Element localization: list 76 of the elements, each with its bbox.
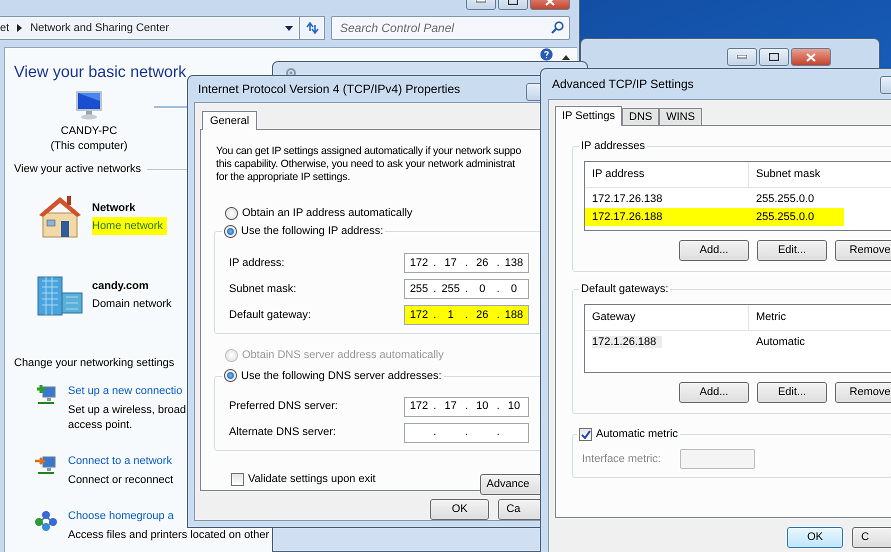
field-label: Alternate DNS server: <box>228 425 337 440</box>
task-description: Access files and printers located on other <box>68 528 270 543</box>
maximize-icon <box>769 53 779 61</box>
tab[interactable]: DNS <box>622 108 660 125</box>
remove-button[interactable]: Remove <box>835 382 891 403</box>
intro-text: You can get IP settings assigned automatically if your network suppo this capability. Otherwise, you need to ask your network administrat for the appropriate IP settings. <box>216 145 522 184</box>
section-label: Change your networking settings <box>14 356 174 370</box>
field-label: Preferred DNS server: <box>228 399 339 414</box>
task-link[interactable]: Choose homegroup a <box>68 508 174 524</box>
checkbox[interactable]: Automatic metric <box>577 426 680 442</box>
search-field[interactable]: Search Control Panel <box>331 16 570 40</box>
search-icon[interactable] <box>551 21 564 34</box>
column-header[interactable]: Metric <box>749 305 891 330</box>
network-add-icon <box>34 383 58 407</box>
task-description: Set up a wireless, broad access point. <box>68 403 186 433</box>
ip-address-field[interactable]: 255 . 255 . 0 . 0 <box>404 279 529 300</box>
breadcrumb-item[interactable]: Network and Sharing Center <box>30 20 169 36</box>
tab[interactable]: WINS <box>659 108 702 125</box>
computer-note: (This computer) <box>50 139 128 154</box>
help-icon[interactable] <box>540 48 553 61</box>
radio-button[interactable]: Use the following IP address: <box>222 223 386 240</box>
field-label: Subnet mask: <box>228 282 298 297</box>
field-label: IP address: <box>228 256 286 271</box>
window-title: Advanced TCP/IP Settings <box>552 76 694 93</box>
edit-button[interactable]: Edit... <box>757 240 827 261</box>
homegroup-icon <box>34 508 58 532</box>
minimize-icon <box>737 55 747 59</box>
network-name: candy.com <box>92 278 150 294</box>
table-row[interactable]: 172.17.26.138 255.255.0.0 <box>585 190 891 208</box>
ok-button[interactable]: OK <box>787 527 844 548</box>
ip-address-field[interactable]: . . . <box>404 422 529 442</box>
computer-icon <box>73 89 105 121</box>
section-label: View your active networks <box>14 162 141 177</box>
radio-button[interactable]: Obtain an IP address automatically <box>223 205 414 222</box>
column-header[interactable]: Subnet mask <box>749 162 891 187</box>
close-button[interactable] <box>791 48 831 66</box>
task-link[interactable]: Connect to a network <box>68 453 172 469</box>
add-button[interactable]: Add... <box>679 240 749 261</box>
dropdown-icon[interactable] <box>285 26 293 30</box>
edit-button[interactable]: Edit... <box>757 382 827 403</box>
building-icon <box>36 274 84 316</box>
column-header[interactable]: Gateway <box>585 305 749 330</box>
page-heading: View your basic network <box>14 63 186 83</box>
close-icon <box>806 52 816 62</box>
ip-address-field[interactable]: 172 . 1 . 26 . 188 <box>404 305 529 326</box>
refresh-icon <box>305 22 319 34</box>
task-link[interactable]: Set up a new connectio <box>68 383 182 399</box>
refresh-button[interactable] <box>300 16 325 40</box>
maximize-button[interactable] <box>759 48 789 66</box>
chevron-right-icon <box>17 24 22 32</box>
network-name: Network <box>92 200 136 216</box>
remove-button[interactable]: Remove <box>835 240 891 261</box>
add-button[interactable]: Add... <box>679 382 749 403</box>
minimize-icon <box>476 0 486 3</box>
task-description: Connect or reconnect <box>68 473 174 488</box>
network-type[interactable]: Domain network <box>92 294 176 312</box>
ip-address-field[interactable]: 172 . 17 . 10 . 10 <box>404 396 529 416</box>
tab[interactable]: General <box>202 111 258 130</box>
checkmark-icon <box>580 430 590 439</box>
group-title: Default gateways: <box>579 282 670 296</box>
breadcrumb-item[interactable]: et <box>0 20 10 36</box>
ok-button[interactable]: OK <box>430 499 490 520</box>
field-label: Default gateway: <box>228 308 312 323</box>
minimize-button[interactable] <box>727 48 757 66</box>
ip-address-field[interactable]: 172 . 17 . 26 . 138 <box>404 253 529 274</box>
network-type[interactable]: Home network <box>92 216 167 234</box>
radio-button[interactable]: Use the following DNS server addresses: <box>222 368 444 384</box>
column-header[interactable]: IP address <box>585 162 749 187</box>
table-row[interactable]: 172.1.26.188 Automatic <box>585 333 891 351</box>
tab[interactable]: IP Settings <box>555 106 622 126</box>
field-label: Interface metric: <box>582 452 662 467</box>
checkbox[interactable]: Validate settings upon exit <box>229 470 378 488</box>
cancel-button[interactable]: C <box>852 527 891 548</box>
address-bar[interactable]: et Network and Sharing Center <box>0 16 300 40</box>
computer-name: CANDY-PC <box>60 124 118 139</box>
window-title: Internet Protocol Version 4 (TCP/IPv4) Properties <box>198 81 460 98</box>
